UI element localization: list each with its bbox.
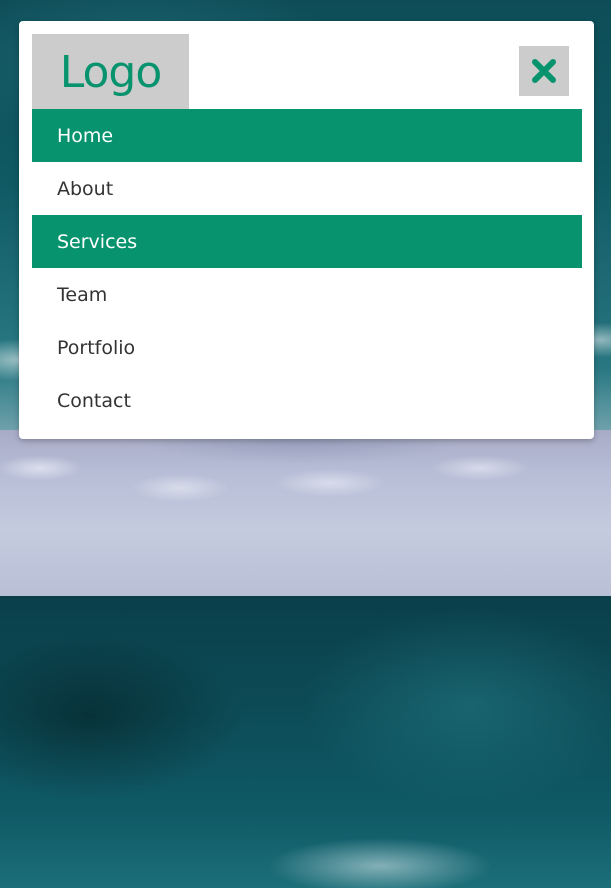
wave-edge [0,448,611,508]
nav-item-team[interactable]: Team [32,268,582,321]
nav-item-label: Contact [57,389,131,412]
logo-text: Logo [59,46,163,98]
logo[interactable]: Logo [32,34,189,109]
close-icon [530,57,558,85]
nav-item-label: About [57,177,114,200]
ocean-bottom [0,596,611,888]
nav-item-home[interactable]: Home [32,109,582,162]
nav-item-contact[interactable]: Contact [32,374,582,427]
nav-item-label: Home [57,124,114,147]
close-menu-button[interactable] [519,46,569,96]
nav-item-label: Portfolio [57,336,136,359]
nav-menu: Home About Services Team Portfolio Conta… [32,109,582,427]
nav-item-about[interactable]: About [32,162,582,215]
nav-item-services[interactable]: Services [32,215,582,268]
nav-item-label: Services [57,230,138,253]
mobile-menu-panel: Logo Home About Services Team Portfolio … [19,21,594,439]
nav-item-portfolio[interactable]: Portfolio [32,321,582,374]
nav-item-label: Team [57,283,108,306]
